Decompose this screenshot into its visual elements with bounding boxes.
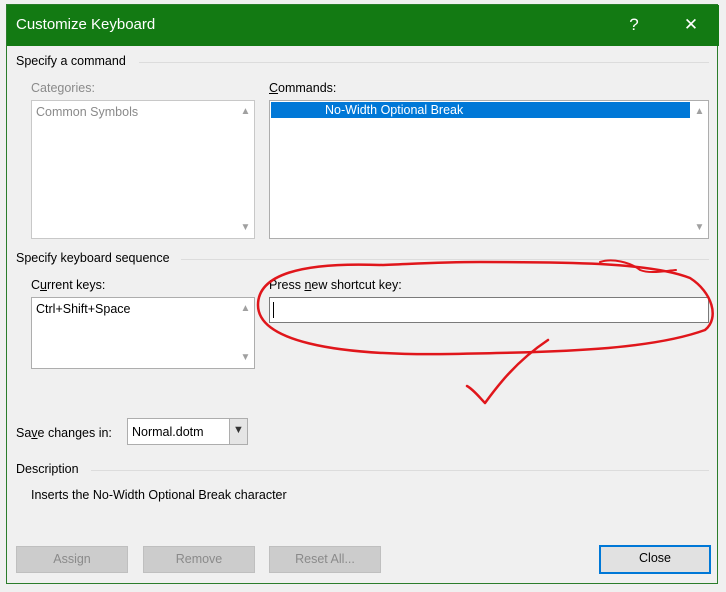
red-annotation-drawing [256,259,714,405]
annotation-circle [256,260,714,356]
annotation-checkmark [465,338,550,405]
